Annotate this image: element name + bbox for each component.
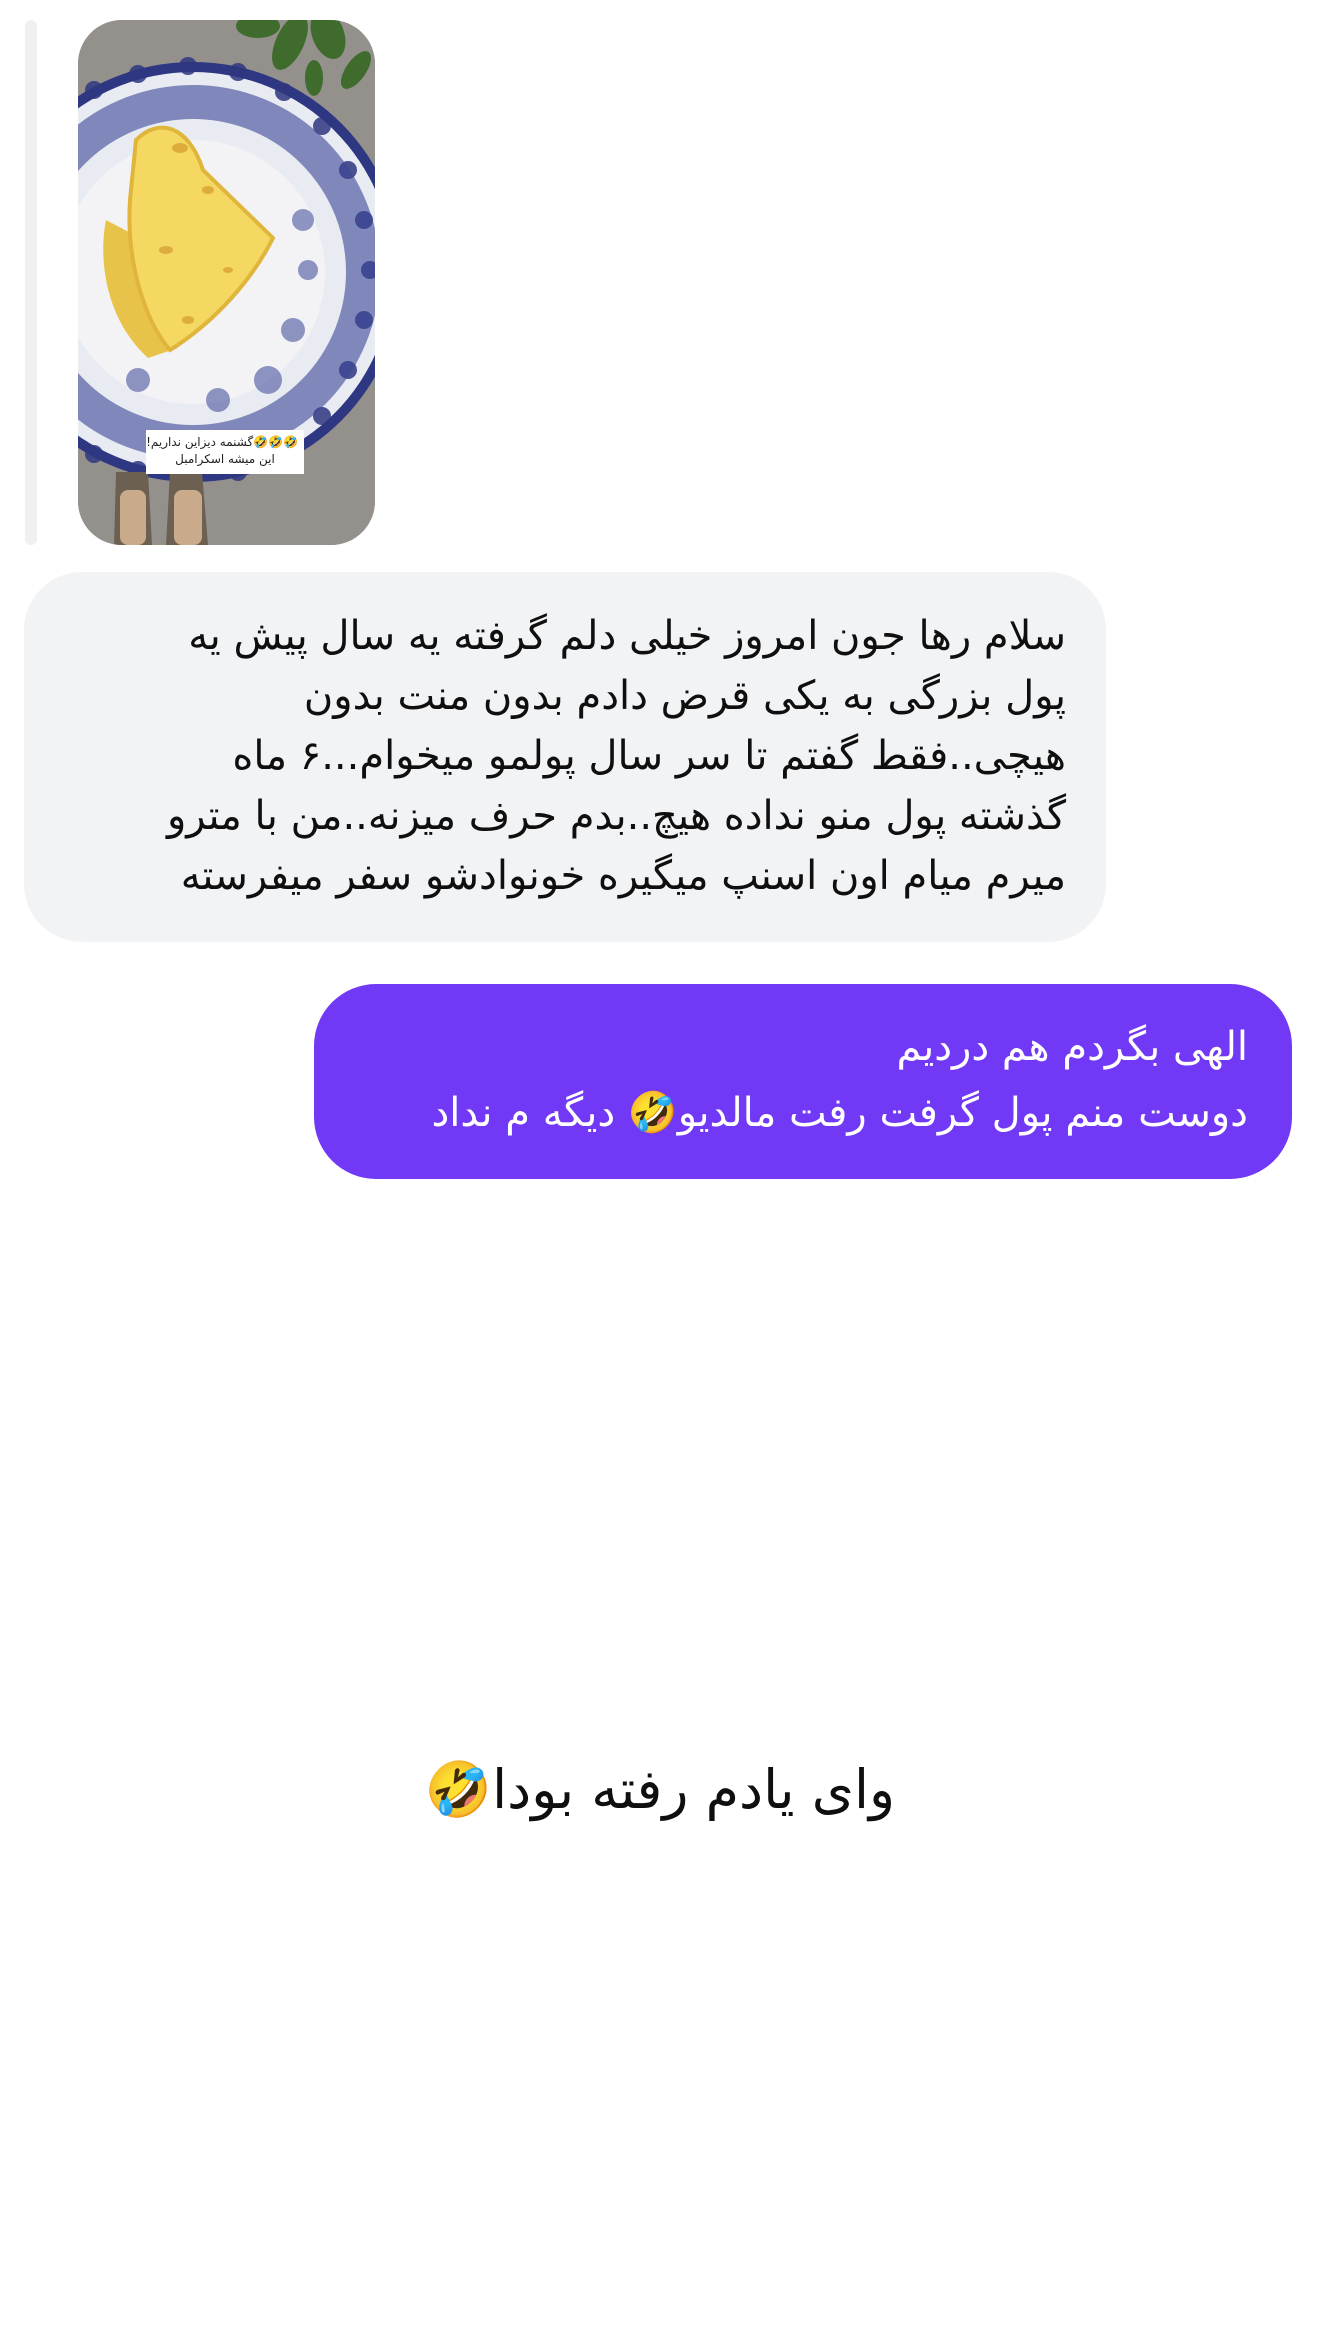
message-text-line: هیچی..فقط گفتم تا سر سال پولمو میخوام...… — [232, 733, 1066, 779]
message-text-line: دوست منم پول گرفت رفت مالدیو🤣 دیگه م ندا… — [431, 1090, 1248, 1136]
message-text-line: پول بزرگی به یکی قرض دادم بدون منت بدون — [303, 673, 1066, 719]
message-bubble-received[interactable]: سلام رها جون امروز خیلی دلم گرفته یه سال… — [24, 572, 1106, 942]
story-caption: 🤣🤣🤣گشنمه دیزاین نداریم! این میشه اسکرامب… — [146, 430, 304, 474]
story-reply-preview[interactable]: 🤣🤣🤣گشنمه دیزاین نداریم! این میشه اسکرامب… — [78, 20, 375, 545]
message-text-line: میرم میام اون اسنپ میگیره خونوادشو سفر م… — [180, 853, 1066, 899]
message-bubble-sent[interactable]: الهی بگردم هم دردیم دوست منم پول گرفت رف… — [314, 984, 1292, 1179]
story-caption-line-2: این میشه اسکرامبل — [175, 452, 275, 466]
message-text-line: الهی بگردم هم دردیم — [896, 1024, 1248, 1070]
message-text-line: سلام رها جون امروز خیلی دلم گرفته یه سال… — [188, 613, 1066, 659]
message-text-line: گذشته پول منو نداده هیچ..بدم حرف میزنه..… — [166, 793, 1066, 839]
story-caption-line-1: 🤣🤣🤣گشنمه دیزاین نداریم! — [146, 435, 298, 449]
emoji-message[interactable]: وای یادم رفته بودا🤣 — [0, 1750, 1320, 1830]
story-reply-bar — [25, 20, 37, 545]
